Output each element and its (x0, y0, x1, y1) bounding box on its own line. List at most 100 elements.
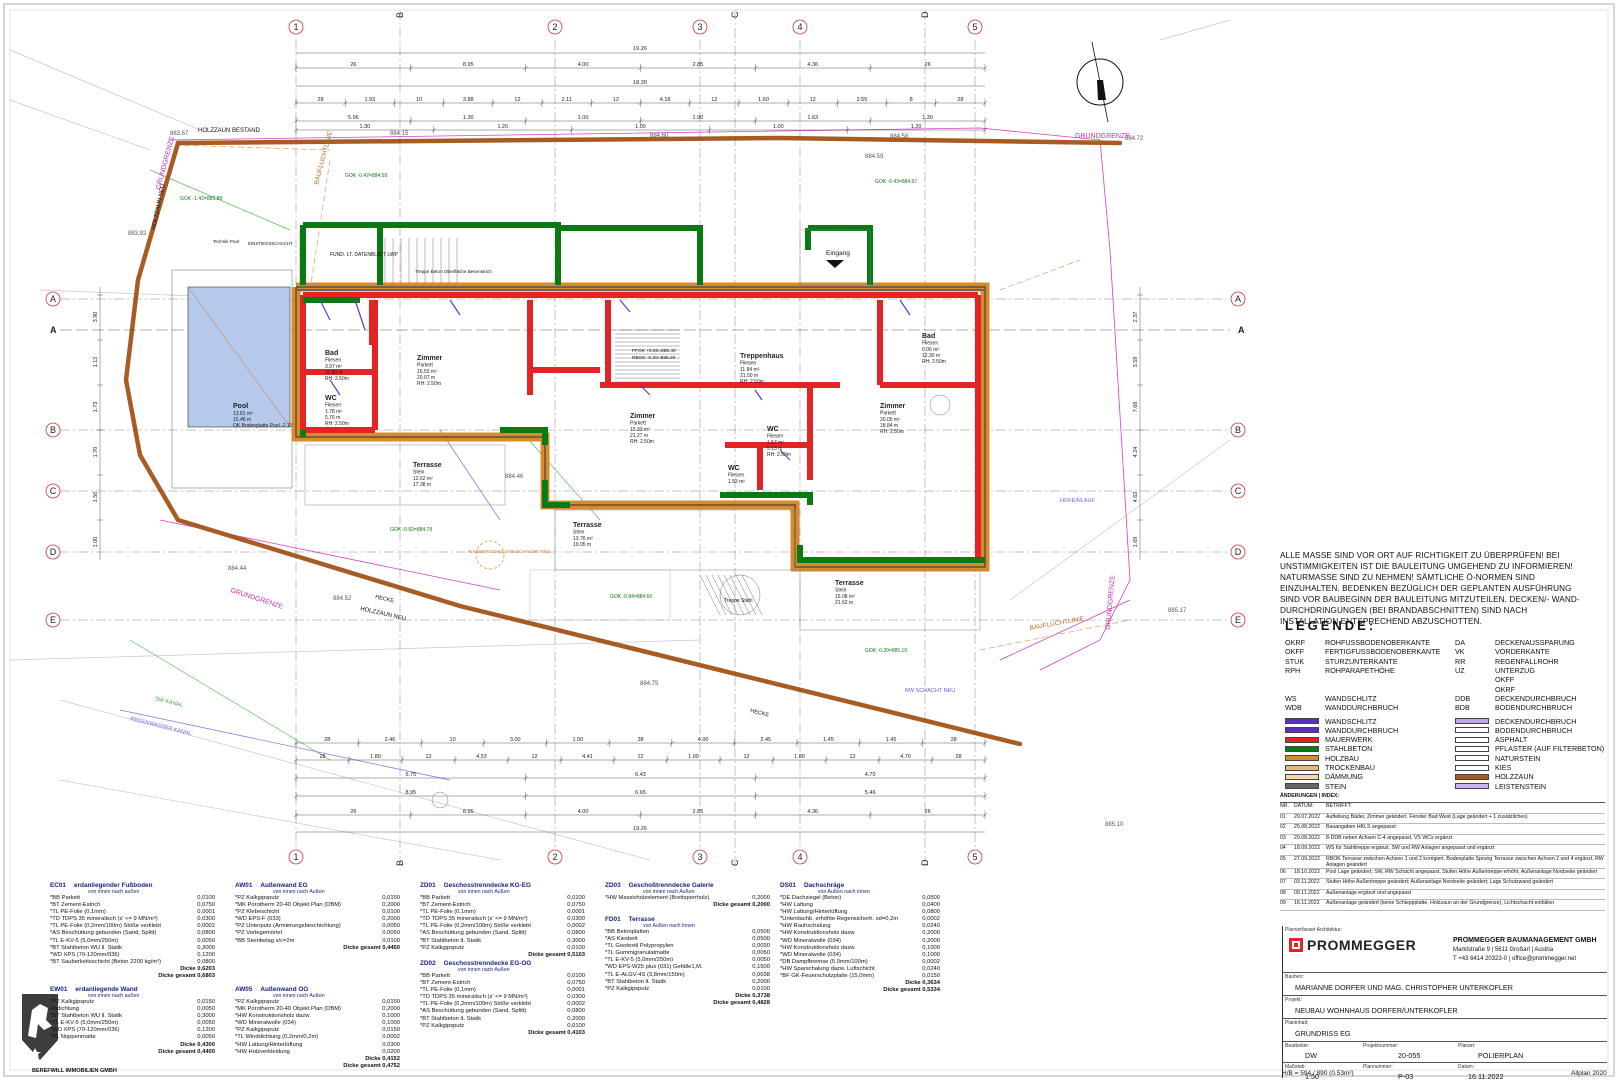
layer-material: *PZ Kalkgipsputz (420, 944, 465, 951)
legend-abbr-row: UZ UNTERZUG (1455, 666, 1615, 675)
layer-thickness: 0,0500 (922, 895, 940, 901)
legend-code: DDB (1455, 693, 1471, 703)
layer-row: *PZ Kalkgipsputz 0,0150 (50, 999, 215, 1006)
layer-material: *TD TDPS 35 mineralisch (s' <= 9 MN/m³) (50, 916, 158, 923)
layer-thickness: 0,0100 (567, 1022, 585, 1029)
legend-swatch-row: LEISTENSTEIN (1455, 781, 1615, 791)
layer-material: *WD XPS (70-120mm/036) (50, 951, 120, 958)
layer-head: AW05 Außenwand OG (235, 986, 400, 993)
layer-row: *TD TDPS 35 mineralisch (s' <= 9 MN/m³) 0… (50, 916, 215, 923)
legend-abbr-row: RR REGENFALLROHR (1455, 657, 1615, 666)
dim-bottom-row1: 3.00 (510, 737, 521, 743)
layer-material: *TL PE-Folie (0,2mm/100m) Stöße verklebt (420, 923, 531, 930)
axis-side-C: C (50, 486, 57, 496)
dim-right: 4.24 (1133, 447, 1139, 458)
col-date: DATUM: (1294, 803, 1314, 809)
level-9: 885.17 (1168, 608, 1187, 614)
legend-code: BDB (1455, 703, 1470, 713)
layer-thickness: 0,0750 (197, 902, 215, 909)
layer-thickness: 0,3000 (567, 937, 585, 944)
room-name: WC (728, 465, 740, 472)
axis-number-1: 1 (293, 22, 298, 32)
layer-row: *MK Porotherm 20-40 Objekt Plan (DBM) 0,2… (235, 1006, 400, 1013)
change-text: Außenanlage geändert (keine Schleppplatt… (1326, 900, 1555, 906)
legend-swatch-row: WANDDURCHBRUCH (1285, 726, 1445, 735)
dim-top-row5: 1.20 (497, 124, 508, 130)
axis-side-D: D (50, 547, 57, 557)
layer-thickness: 0,2000 (752, 895, 770, 901)
legend-title: LEGENDE: (1285, 618, 1377, 633)
dim-bottom-row3: 4.70 (865, 772, 876, 778)
legend-swatch-label: HOLZZAUN (1495, 772, 1534, 782)
layer-row: *TL PE-Folie (0,2mm/100m) Stöße verklebt… (420, 1001, 585, 1008)
room-name: Bad (922, 333, 935, 340)
room-name: Zimmer (417, 355, 443, 362)
legend-label: DECKENDURCHBRUCH (1495, 693, 1577, 703)
layer-row: *TD TDPS 35 mineralisch (s' <= 9 MN/m³) 0… (420, 994, 585, 1001)
layer-total: Dicke gesamt 0,2000 (713, 902, 770, 909)
dim-left: 1.50 (93, 492, 99, 503)
change-row: 03 29.08.2022 8-DDB neben Achsen C-4 angep… (1280, 835, 1605, 845)
room-name: Terrasse (573, 522, 602, 529)
legend-code: STUK (1285, 656, 1305, 666)
layer-row: *DE Dachziegel (Beton) 0,0500 (780, 895, 940, 902)
layer-thickness: 0,0800 (197, 958, 215, 965)
legend-swatch-icon (1285, 773, 1319, 780)
dim-top-row1: 4.00 (578, 62, 589, 68)
layer-ew01: EW01 erdanliegende Wand von innen nach auß… (50, 986, 215, 1056)
change-row: 01 29.07.2022 Aufteilung Bäder, Zimmer geä… (1280, 814, 1605, 824)
dim-top-row4: 1.00 (578, 115, 589, 121)
layer-code: EW01 (50, 986, 68, 993)
change-date: 27.09.2022 (1294, 855, 1320, 862)
layer-total: Dicke gesamt 0,5103 (528, 951, 585, 958)
layer-name: Geschoßtrenndecke Galerie (628, 882, 714, 889)
change-nr: 06 (1280, 868, 1286, 875)
layer-material: *BB Steinbelag s/c=2m (235, 937, 295, 944)
label-hofeinlauf: HOFEINLAUF (1060, 498, 1095, 504)
tb-plantype-value: POLIERPLAN (1478, 1051, 1524, 1060)
dim-bottom-row2: 1.80 (370, 754, 381, 760)
layer-row: *PZ Kalkgipsputz 0,0100 (605, 986, 770, 993)
layer-row: *WD Mineralwolle (034) 0,2000 (780, 938, 940, 945)
change-text: Stufen Höhe Außentreppe geändert; Außena… (1326, 879, 1553, 885)
room-name: Pool (233, 403, 248, 410)
terrace-east (799, 569, 981, 631)
legend-swatch-icon (1285, 764, 1319, 771)
layer-row: *BT Stahlbeton WU ll. Statik 0,3000 (50, 1013, 215, 1020)
change-row: 09 16.11.2022 Außenanlage geändert (keine … (1280, 900, 1605, 911)
layer-row: *AS Kiesbett 0,0500 (605, 936, 770, 943)
dim-top-row3: 2.55 (857, 97, 868, 103)
layer-row: *BT Stahlbeton lt. Statik 0,3000 (420, 938, 585, 945)
dim-top-total: 19.26 (633, 46, 647, 52)
layer-total: Dicke 0,3738 (735, 992, 770, 999)
axis-side-E: E (1235, 615, 1241, 625)
change-row: 04 18.09.2022 WS für Stahltreppe ergänzt, … (1280, 845, 1605, 856)
layer-row: *AS Beschüttung gebunden (Sand, Splitt) 0… (420, 930, 585, 937)
room-name: Terrasse (835, 580, 864, 587)
legend-swatch-label: STAHLBETON (1325, 744, 1373, 754)
layer-thickness: 0,0002 (567, 923, 585, 930)
layer-row: *TL Gummigranulatmatte 0,0050 (605, 950, 770, 957)
dim-top-row3: 1.60 (758, 97, 769, 103)
layer-material: *HW Konstruktionsholz dazw. (780, 944, 856, 951)
dim-top-row3: 12 (514, 97, 520, 103)
change-index-rows: 01 29.07.2022 Aufteilung Bäder, Zimmer geä… (1280, 814, 1605, 911)
layer-material: *BB Betonplatten (605, 929, 650, 935)
legend-label: REGENFALLROHR (1495, 656, 1559, 666)
legend-swatch-label: WANDSCHLITZ (1325, 716, 1377, 726)
layer-material: *BT Stahlbeton lt. Statik (605, 978, 667, 985)
legend-swatch-label: DÄMMUNG (1325, 772, 1363, 782)
legend-abbr-row (1285, 684, 1445, 693)
layer-material: *TD TDPS 35 mineralisch (s' <= 9 MN/m³) (420, 994, 528, 1001)
level-12: 883.92 (128, 231, 147, 237)
company-address: Marktstraße 9 | 5611 Großarl | Austria (1453, 947, 1554, 953)
layer-total: Dicke 0,3634 (905, 980, 940, 987)
room-perimeter: 19.05 m (573, 542, 591, 548)
room-floor: Parkett (880, 411, 896, 417)
dim-bottom-row2: 1.90 (688, 754, 699, 760)
room-height: RH: 2.50m (417, 381, 441, 387)
room-name: WC (325, 395, 337, 402)
tb-architect-label: Planverfasser Architektur: (1285, 927, 1342, 933)
layer-material: *BT Zement-Estrich (50, 902, 101, 909)
layer-name: Dachschräge (804, 882, 845, 889)
